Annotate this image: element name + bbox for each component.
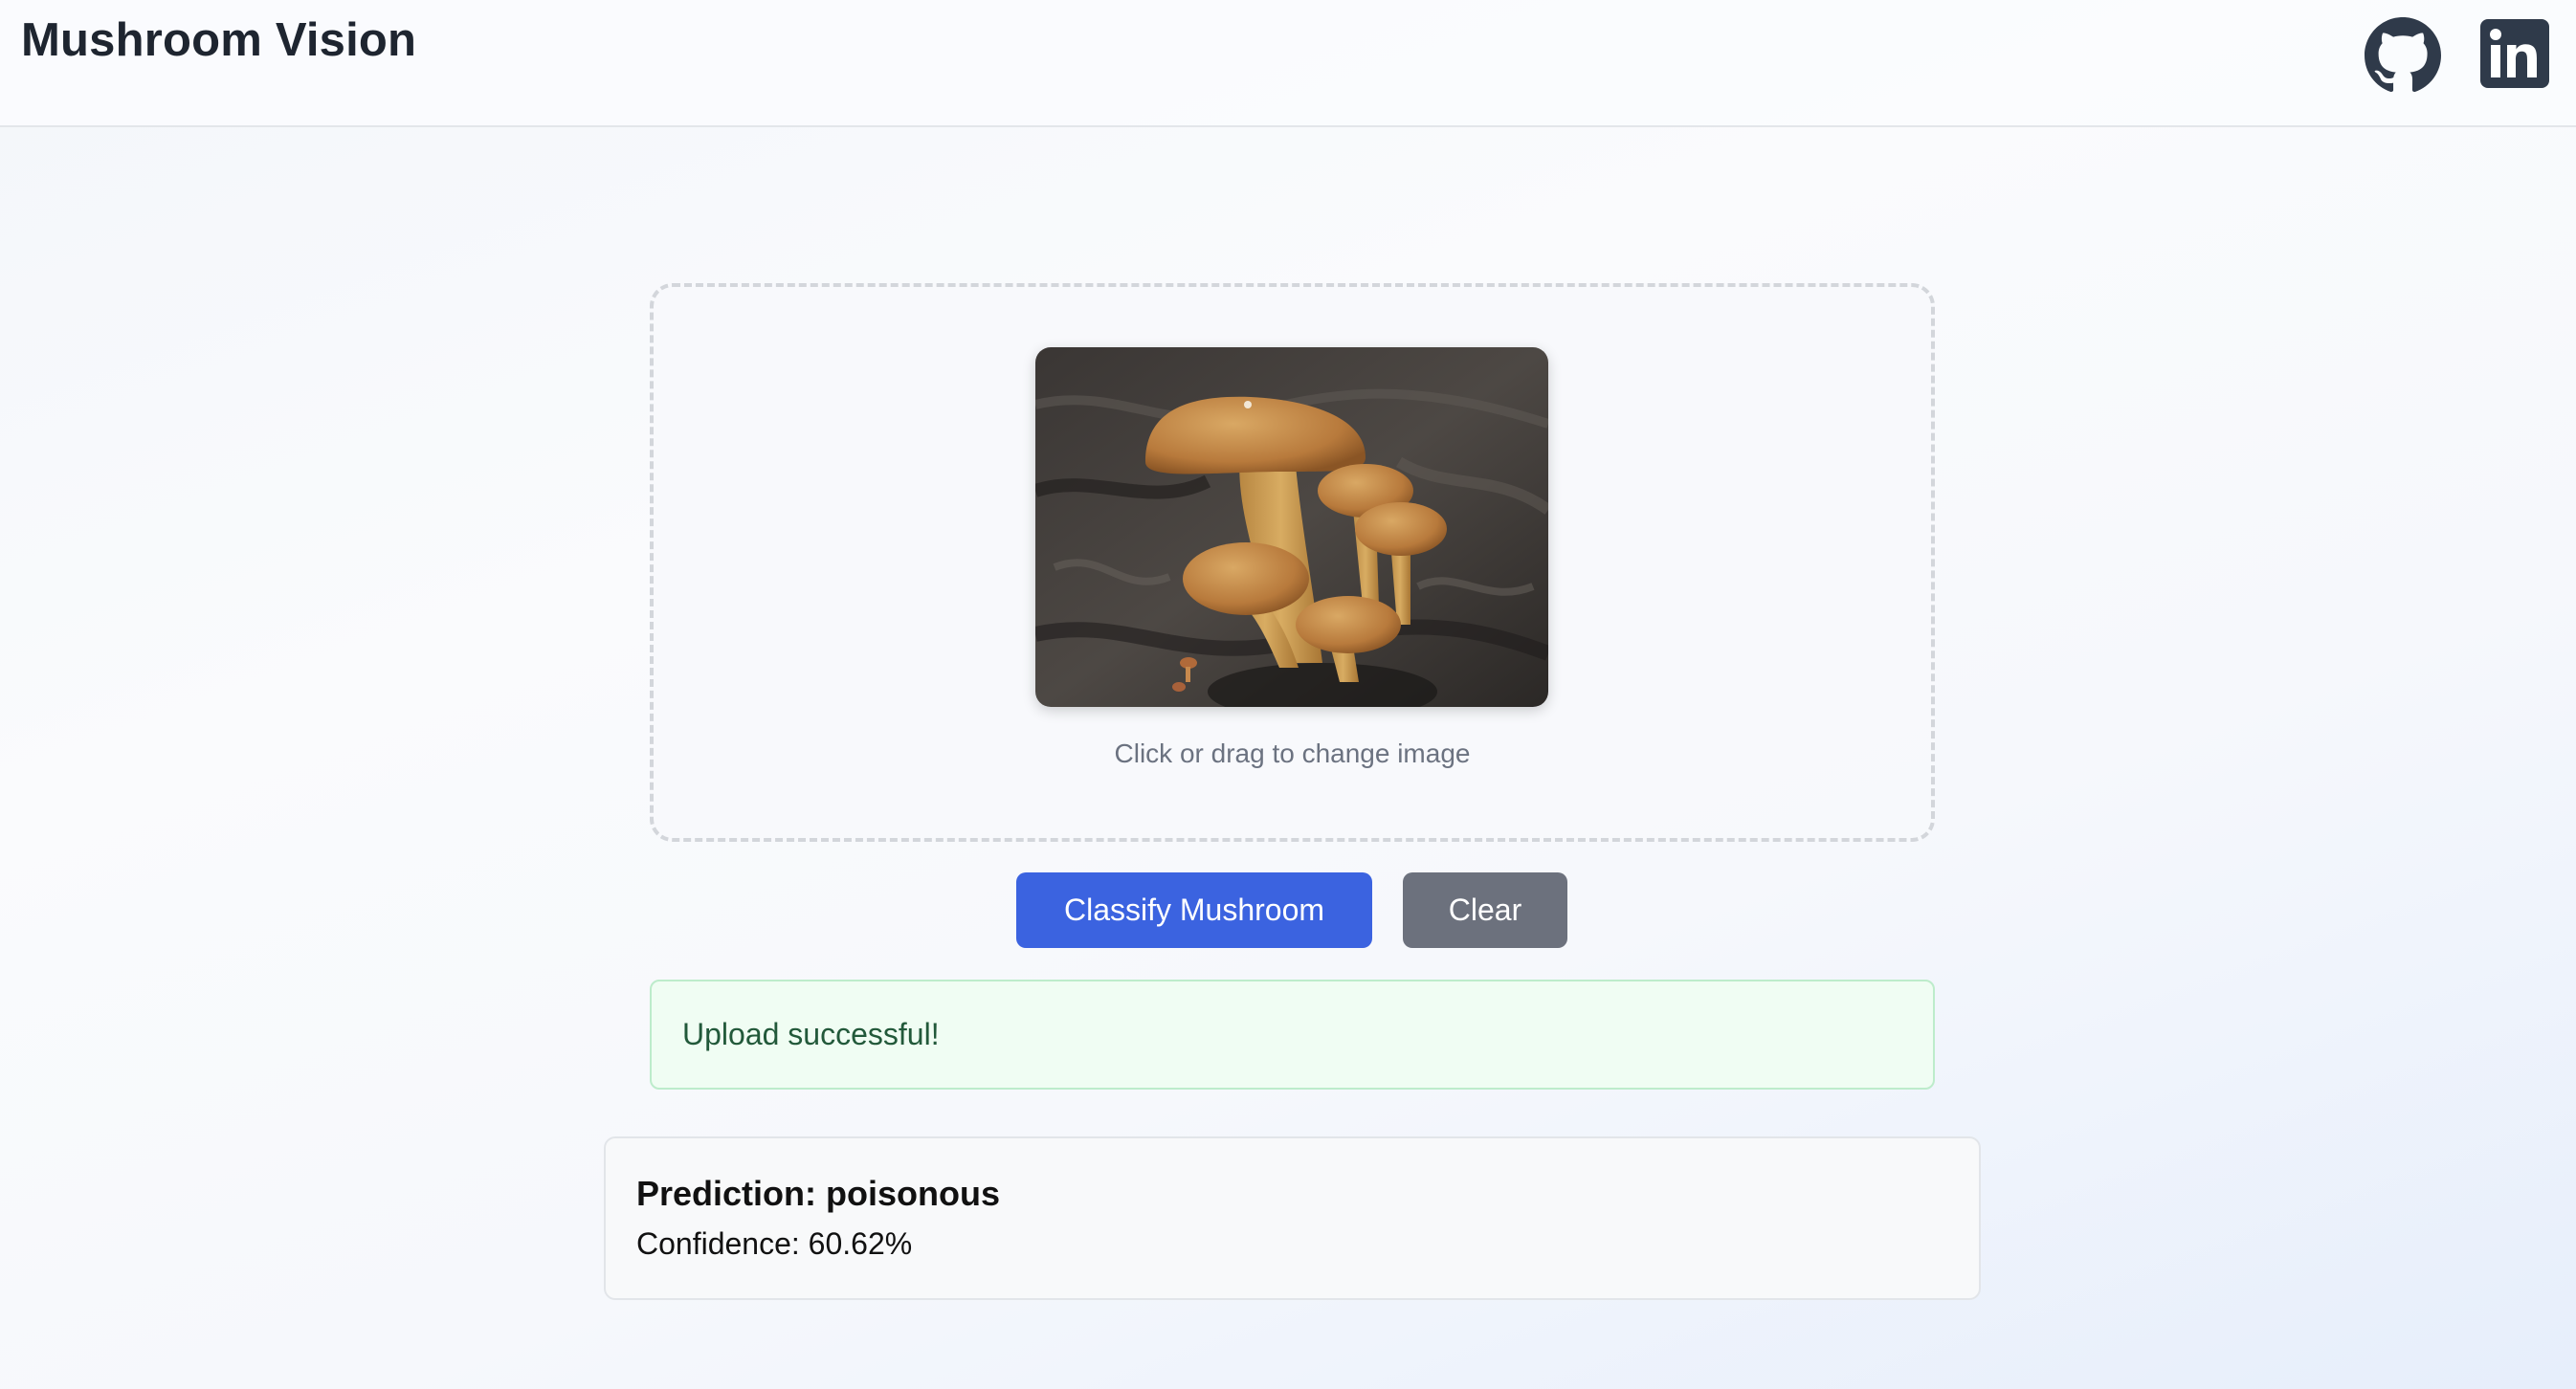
mushroom-image [1035,347,1548,707]
linkedin-link[interactable] [2480,19,2549,88]
clear-button[interactable]: Clear [1403,872,1567,948]
upload-hint: Click or drag to change image [1114,739,1471,768]
status-alert: Upload successful! [650,980,1935,1090]
classify-button[interactable]: Classify Mushroom [1016,872,1372,948]
app-title: Mushroom Vision [21,14,417,66]
status-message: Upload successful! [682,1017,940,1051]
result-card [604,1136,1981,1300]
github-link[interactable] [2365,17,2441,94]
linkedin-icon [2480,19,2549,88]
image-preview [1035,347,1548,707]
confidence-text: Confidence: 60.62% [636,1226,913,1261]
github-icon [2365,17,2441,93]
prediction-text: Prediction: poisonous [636,1174,1001,1213]
top-bar: Mushroom Vision [0,0,2576,127]
